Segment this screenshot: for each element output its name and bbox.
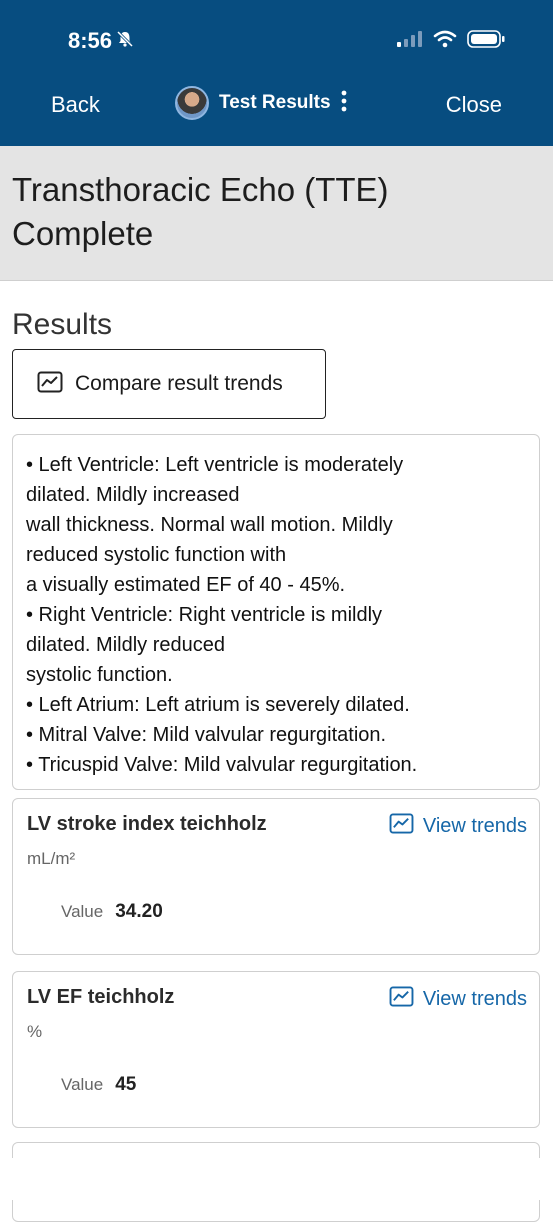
- silent-bell-icon: [116, 28, 134, 54]
- close-button[interactable]: Close: [446, 92, 502, 118]
- compare-label: Compare result trends: [75, 372, 283, 395]
- result-name: LV EF teichholz: [27, 986, 175, 1008]
- result-card-lv-ef: LV EF teichholz % View trends Value 45: [12, 971, 540, 1128]
- trend-chart-icon: [389, 813, 414, 840]
- status-time-text: 8:56: [68, 28, 113, 53]
- narrative-line: reduced systolic function with: [26, 544, 287, 566]
- value-number: 45: [115, 1074, 137, 1095]
- result-unit: mL/m²: [27, 849, 76, 868]
- title-panel: Transthoracic Echo (TTE) Complete: [0, 146, 553, 281]
- value-row: Value 34.20: [61, 901, 163, 923]
- results-heading: Results: [12, 308, 113, 341]
- narrative-line: • Tricuspid Valve: Mild valvular regurgi…: [26, 754, 418, 776]
- narrative-line: dilated. Mildly increased: [26, 484, 240, 506]
- trend-chart-icon: [37, 371, 63, 398]
- value-label: Value: [61, 902, 104, 921]
- narrative-line: wall thickness. Normal wall motion. Mild…: [26, 514, 393, 536]
- result-unit: %: [27, 1022, 43, 1041]
- view-trends-label: View trends: [422, 815, 527, 837]
- page-title: Transthoracic Echo (TTE) Complete: [12, 171, 389, 252]
- nav-title: Test Results: [219, 92, 331, 113]
- avatar: [175, 86, 209, 120]
- value-label: Value: [61, 1075, 104, 1094]
- bottom-area: [0, 1158, 553, 1200]
- narrative-line: systolic function.: [26, 664, 173, 686]
- compare-result-trends-button[interactable]: Compare result trends: [12, 349, 326, 419]
- result-name: LV stroke index teichholz: [27, 813, 267, 835]
- trend-chart-icon: [389, 986, 414, 1013]
- status-icons: [397, 30, 505, 53]
- value-row: Value 45: [61, 1074, 136, 1096]
- status-time: 8:56: [68, 28, 134, 54]
- view-trends-label: View trends: [422, 988, 527, 1010]
- narrative-line: dilated. Mildly reduced: [26, 634, 225, 656]
- top-bar: 8:56 Back Test Results Close: [0, 0, 553, 146]
- more-options-icon[interactable]: [341, 90, 347, 117]
- value-number: 34.20: [115, 901, 163, 922]
- narrative-line: • Left Atrium: Left atrium is severely d…: [26, 694, 410, 716]
- battery-icon: [467, 30, 505, 53]
- narrative-line: • Mitral Valve: Mild valvular regurgitat…: [26, 724, 387, 746]
- narrative-text-box: • Left Ventricle: Left ventricle is mode…: [12, 434, 540, 790]
- test-results-menu[interactable]: Test Results: [175, 86, 347, 120]
- view-trends-link[interactable]: View trends: [389, 813, 527, 840]
- back-button[interactable]: Back: [51, 92, 100, 118]
- result-card-lv-stroke-index: LV stroke index teichholz mL/m² View tre…: [12, 798, 540, 955]
- view-trends-link[interactable]: View trends: [389, 986, 527, 1013]
- cellular-signal-icon: [397, 31, 423, 52]
- narrative-line: • Right Ventricle: Right ventricle is mi…: [26, 604, 383, 626]
- narrative-line: a visually estimated EF of 40 - 45%.: [26, 574, 346, 596]
- wifi-icon: [433, 30, 457, 53]
- narrative-line: • Left Ventricle: Left ventricle is mode…: [26, 454, 404, 476]
